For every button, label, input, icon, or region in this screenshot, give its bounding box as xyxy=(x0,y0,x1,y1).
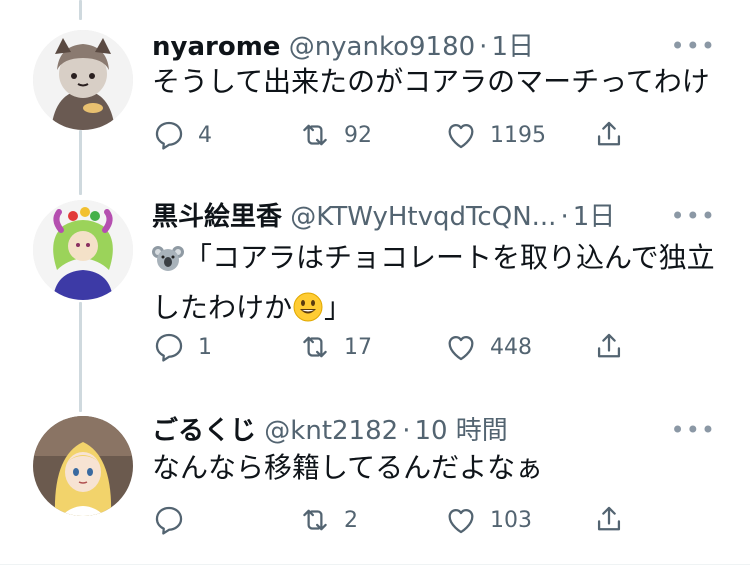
reply-button[interactable] xyxy=(152,500,198,540)
display-name[interactable]: ごるくじ xyxy=(152,416,256,446)
more-options-icon[interactable]: ••• xyxy=(671,418,716,442)
retweet-button[interactable]: 2 xyxy=(298,500,358,540)
retweet-icon xyxy=(303,509,327,531)
like-count: 103 xyxy=(490,507,532,533)
avatar[interactable] xyxy=(33,416,133,516)
like-icon xyxy=(448,508,474,534)
share-button[interactable] xyxy=(592,500,626,540)
tweet-header: ごるくじ @knt2182 · 10 時間 xyxy=(152,414,660,448)
reply-icon xyxy=(155,506,183,535)
share-icon xyxy=(597,506,621,531)
separator: · xyxy=(402,416,411,446)
timestamp[interactable]: 10 時間 xyxy=(414,416,507,446)
reply-tweet-3[interactable]: ごるくじ @knt2182 · 10 時間 ••• なんなら移籍してるんだよなぁ 2… xyxy=(0,0,750,565)
action-bar: 2 103 xyxy=(152,500,632,540)
tweet-text: なんなら移籍してるんだよなぁ xyxy=(152,451,544,484)
user-handle[interactable]: @knt2182 xyxy=(264,416,398,446)
like-button[interactable]: 103 xyxy=(444,500,532,540)
retweet-count: 2 xyxy=(344,507,358,533)
